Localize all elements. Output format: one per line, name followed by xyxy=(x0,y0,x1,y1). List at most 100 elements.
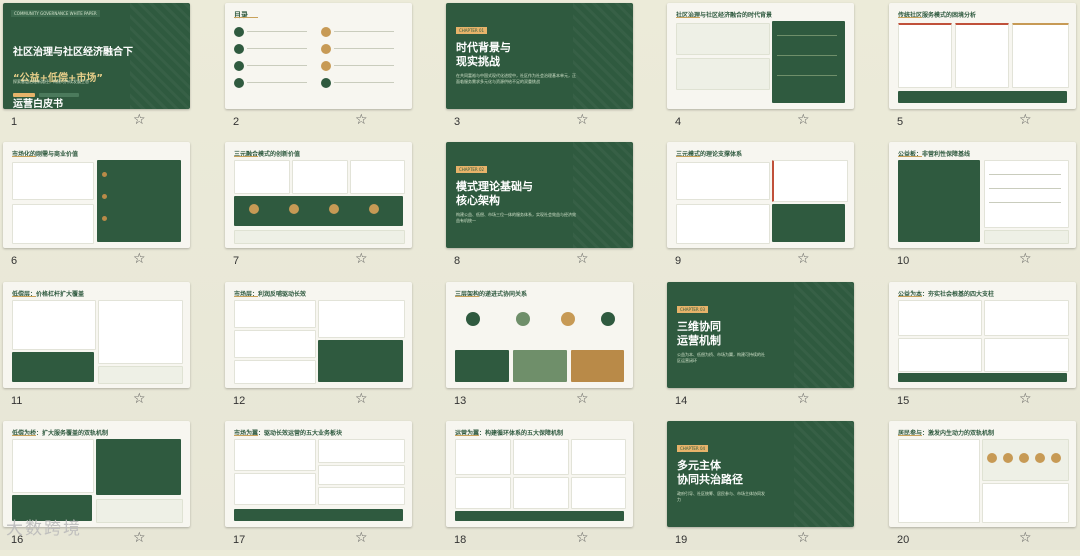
slide-number: 19 xyxy=(675,534,688,546)
slide-number: 6 xyxy=(11,255,18,267)
star-icon[interactable]: ☆ xyxy=(1019,252,1032,266)
star-icon[interactable]: ☆ xyxy=(1019,531,1032,545)
list-line xyxy=(989,188,1061,189)
slide-thumbnail[interactable]: 市场化的刚需与商业价值 xyxy=(3,142,190,248)
process-step-icon xyxy=(1003,453,1013,463)
slide-cell: 运营为翼：构建循环体系的五大保障机制 18 ☆ xyxy=(446,421,633,556)
list-line xyxy=(989,174,1061,175)
star-icon[interactable]: ☆ xyxy=(133,252,146,266)
slide-thumbnail[interactable]: 目录 xyxy=(225,3,412,109)
highlight-panel xyxy=(772,204,845,242)
chapter-label: CHAPTER 01 xyxy=(456,27,488,34)
star-icon[interactable]: ☆ xyxy=(576,252,589,266)
pillar-card xyxy=(984,300,1069,336)
content-card xyxy=(318,487,405,505)
content-card xyxy=(513,439,569,475)
slide-thumbnail[interactable]: CHAPTER 01 时代背景与 现实挑战 在共同富裕与中国式现代化进程中，社区… xyxy=(446,3,633,109)
slide-thumbnail[interactable]: CHAPTER 03 三维协同 运营机制 公益为本、低偿为桥、市场为翼，构建可持… xyxy=(667,282,854,388)
panel-line xyxy=(777,75,837,76)
content-card xyxy=(234,473,316,505)
content-card xyxy=(318,300,405,338)
slide-number: 7 xyxy=(233,255,240,267)
star-icon[interactable]: ☆ xyxy=(797,392,810,406)
content-card xyxy=(571,477,626,509)
highlight-panel xyxy=(97,160,181,242)
panel-bullet xyxy=(102,216,107,221)
slide-cell: CHAPTER 03 三维协同 运营机制 公益为本、低偿为桥、市场为翼，构建可持… xyxy=(667,282,854,417)
slide-cell: 市场为翼：驱动长效运营的五大业务板块 17 ☆ xyxy=(225,421,412,556)
star-icon[interactable]: ☆ xyxy=(355,113,368,127)
process-step-icon xyxy=(1019,453,1029,463)
slide-number: 5 xyxy=(897,116,904,128)
chapter-label: CHAPTER 04 xyxy=(677,445,709,452)
star-icon[interactable]: ☆ xyxy=(1019,392,1032,406)
watermark: 大数跨境 xyxy=(6,519,82,539)
star-icon[interactable]: ☆ xyxy=(576,531,589,545)
decorative-pattern xyxy=(130,3,190,109)
summary-bar xyxy=(898,373,1067,382)
layer-icon xyxy=(516,312,530,326)
star-icon[interactable]: ☆ xyxy=(797,113,810,127)
star-icon[interactable]: ☆ xyxy=(355,252,368,266)
content-card xyxy=(98,300,183,364)
slide-thumbnail[interactable]: 三元融合模式的创新价值 xyxy=(225,142,412,248)
summary-bar xyxy=(455,511,624,521)
star-icon[interactable]: ☆ xyxy=(355,392,368,406)
title-underline xyxy=(234,156,258,157)
slide-thumbnail[interactable]: 运营为翼：构建循环体系的五大保障机制 xyxy=(446,421,633,527)
content-card xyxy=(234,160,290,194)
content-card xyxy=(676,58,770,90)
slide-thumbnail[interactable]: CHAPTER 02 模式理论基础与 核心架构 构建公益、低偿、市场三位一体的服… xyxy=(446,142,633,248)
flow-step-icon xyxy=(369,204,379,214)
toc-bullet xyxy=(321,44,331,54)
star-icon[interactable]: ☆ xyxy=(797,252,810,266)
slide-thumbnail[interactable]: 居民参与：激发内生动力的双轨机制 xyxy=(889,421,1076,527)
star-icon[interactable]: ☆ xyxy=(1019,113,1032,127)
slide-thumbnail[interactable]: 三层架构的递进式协同关系 xyxy=(446,282,633,388)
slide-thumbnail[interactable]: 公益为本：夯实社会根基的四大支柱 xyxy=(889,282,1076,388)
star-icon[interactable]: ☆ xyxy=(133,531,146,545)
slide-number: 3 xyxy=(454,116,461,128)
slide-thumbnail[interactable]: 公益板：非营利性保障基线 xyxy=(889,142,1076,248)
content-card xyxy=(676,162,770,200)
content-card xyxy=(234,300,316,328)
title-underline xyxy=(898,435,922,436)
toc-line xyxy=(247,31,307,32)
star-icon[interactable]: ☆ xyxy=(576,392,589,406)
star-icon[interactable]: ☆ xyxy=(355,531,368,545)
slide-subtitle: 在共同富裕与中国式现代化进程中，社区作为社会治理基本单元，正面临服务需求多元化与… xyxy=(456,73,576,84)
slide-thumbnail[interactable]: 市场为翼：驱动长效运营的五大业务板块 xyxy=(225,421,412,527)
slide-title: 社区治理与社区经济融合下 “公益+低偿+市场” 运营白皮书 xyxy=(13,33,133,109)
layer-icon xyxy=(466,312,480,326)
problem-card xyxy=(955,23,1009,88)
slide-thumbnail[interactable]: 市场层：利润反哺驱动长效 xyxy=(225,282,412,388)
slide-thumbnail[interactable]: COMMUNITY GOVERNANCE WHITE PAPER 社区治理与社区… xyxy=(3,3,190,109)
content-card xyxy=(455,477,511,509)
slide-cell: 公益板：非营利性保障基线 10 ☆ xyxy=(889,142,1076,277)
content-card xyxy=(318,465,405,485)
content-card xyxy=(898,439,980,523)
slide-cell: 三层架构的递进式协同关系 13 ☆ xyxy=(446,282,633,417)
highlight-panel xyxy=(318,340,403,382)
star-icon[interactable]: ☆ xyxy=(576,113,589,127)
slide-title: 三维协同 运营机制 xyxy=(677,320,721,347)
star-icon[interactable]: ☆ xyxy=(133,392,146,406)
decorative-pattern xyxy=(794,282,854,388)
slide-thumbnail[interactable]: 低偿层：价格杠杆扩大覆盖 xyxy=(3,282,190,388)
slide-grid: COMMUNITY GOVERNANCE WHITE PAPER 社区治理与社区… xyxy=(0,0,1080,550)
slide-thumbnail[interactable]: CHAPTER 04 多元主体 协同共治路径 政府引导、社区统筹、居民参与、市场… xyxy=(667,421,854,527)
content-card xyxy=(12,162,94,200)
star-icon[interactable]: ☆ xyxy=(133,113,146,127)
content-card xyxy=(513,477,569,509)
slide-thumbnail[interactable]: 传统社区服务模式的困境分析 xyxy=(889,3,1076,109)
slide-thumbnail[interactable]: 三元模式的理论支撑体系 xyxy=(667,142,854,248)
decorative-pattern xyxy=(573,3,633,109)
title-underline xyxy=(12,435,36,436)
slide-subtitle: 政府引导、社区统筹、居民参与、市场主体协同发力 xyxy=(677,491,765,502)
slide-thumbnail[interactable]: 低偿为桥：扩大服务覆盖的双轨机制 xyxy=(3,421,190,527)
star-icon[interactable]: ☆ xyxy=(797,531,810,545)
toc-line xyxy=(247,65,307,66)
title-underline xyxy=(455,296,479,297)
slide-number: 20 xyxy=(897,534,910,546)
slide-thumbnail[interactable]: 社区治理与社区经济融合的时代背景 xyxy=(667,3,854,109)
